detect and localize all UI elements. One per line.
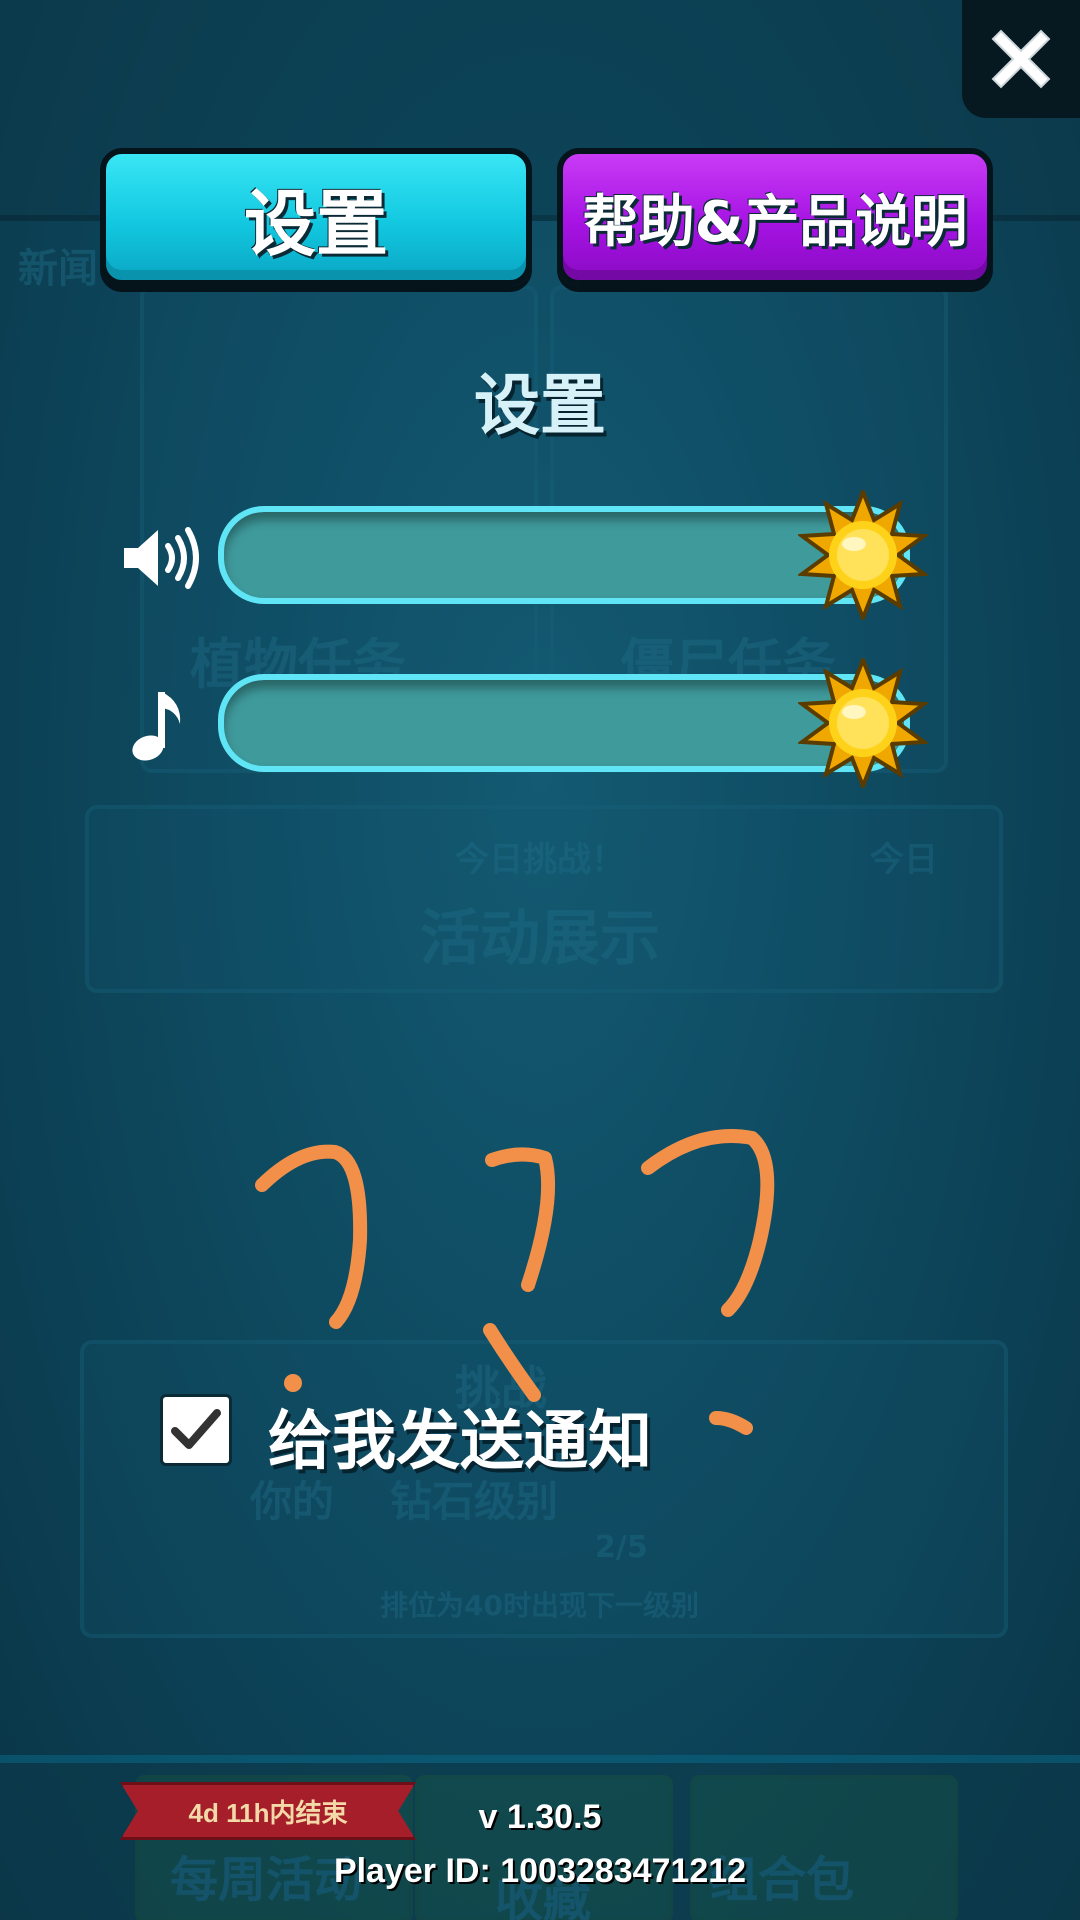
- background-text: 今日: [870, 840, 938, 880]
- sound-slider-track[interactable]: [218, 490, 928, 620]
- close-button[interactable]: [962, 0, 1080, 118]
- tab-settings-label: 设置: [243, 181, 388, 266]
- panel-title: 设置: [474, 367, 606, 444]
- tab-help-label: 帮助&产品说明: [582, 189, 968, 255]
- tab-help[interactable]: 帮助&产品说明: [557, 148, 993, 286]
- music-note-icon: [132, 692, 181, 761]
- background-text: 2/5: [595, 1530, 648, 1565]
- notification-label: 给我发送通知: [268, 1405, 652, 1479]
- tab-settings[interactable]: 设置: [100, 148, 532, 286]
- sun-knob-icon[interactable]: [798, 658, 928, 788]
- background-text: 排位为40时出现下一级别: [380, 1589, 699, 1622]
- player-id-text: Player ID: 1003283471212: [333, 1852, 747, 1890]
- version-text: v 1.30.5: [478, 1798, 602, 1836]
- music-slider-track[interactable]: [218, 658, 928, 788]
- background-text: 新闻: [18, 246, 98, 292]
- sun-knob-icon[interactable]: [798, 490, 928, 620]
- background-text: 今日挑战！: [455, 840, 625, 880]
- background-text: 活动展示: [420, 904, 660, 974]
- close-icon: [991, 29, 1051, 89]
- notification-checkbox[interactable]: [160, 1394, 232, 1466]
- music-volume-slider[interactable]: [0, 658, 1080, 788]
- speaker-icon: [124, 527, 199, 589]
- background-game-ui: 新闻 植物任务 僵尸任务 今日挑战！ 今日 活动展示 挑战 你的 钻石级别 2/…: [0, 0, 1080, 1920]
- sound-volume-slider[interactable]: [0, 490, 1080, 620]
- notification-toggle[interactable]: 给我发送通知: [160, 1390, 860, 1479]
- settings-screen: 新闻 植物任务 僵尸任务 今日挑战！ 今日 活动展示 挑战 你的 钻石级别 2/…: [0, 0, 1080, 1920]
- checkmark-icon: [171, 1409, 221, 1449]
